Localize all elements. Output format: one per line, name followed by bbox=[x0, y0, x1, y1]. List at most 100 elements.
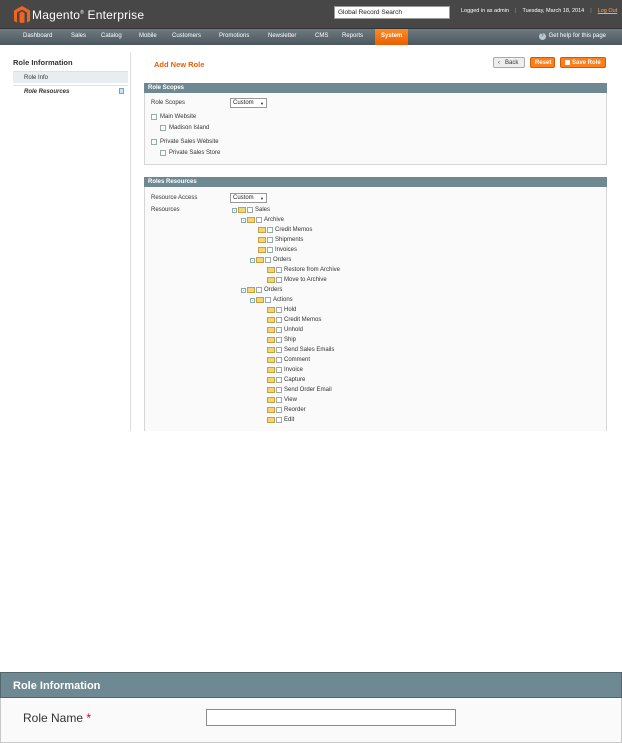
tree-node[interactable]: Edit bbox=[259, 417, 294, 427]
tree-checkbox[interactable] bbox=[276, 267, 282, 273]
nav-item-customers[interactable]: Customers bbox=[172, 33, 201, 39]
tree-toggle-icon[interactable]: - bbox=[241, 217, 246, 223]
nav-item-promotions[interactable]: Promotions bbox=[219, 33, 249, 39]
tree-node-label: Unhold bbox=[284, 327, 304, 333]
store-checkbox-madison-island[interactable] bbox=[160, 125, 166, 131]
tree-node-label: Send Order Email bbox=[284, 387, 332, 393]
admin-header: Magento® Enterprise Global Record Search… bbox=[0, 0, 622, 29]
folder-icon bbox=[247, 287, 255, 293]
tree-checkbox[interactable] bbox=[265, 257, 271, 263]
tree-toggle-icon[interactable]: - bbox=[232, 207, 237, 213]
tree-node-label: Shipments bbox=[275, 237, 304, 243]
tree-checkbox[interactable] bbox=[276, 377, 282, 383]
resource-access-select[interactable]: Custom bbox=[230, 193, 267, 203]
tree-node[interactable]: - Actions bbox=[250, 297, 293, 307]
tree-node[interactable]: - Archive bbox=[241, 217, 284, 227]
logged-in-text: Logged in as admin bbox=[461, 8, 510, 14]
folder-icon bbox=[267, 387, 275, 393]
role-information-panel: Role Name * bbox=[0, 698, 622, 743]
tree-node[interactable]: Comment bbox=[259, 357, 310, 367]
website-label-main: Main Website bbox=[160, 114, 197, 120]
tree-checkbox[interactable] bbox=[256, 287, 262, 293]
save-role-button[interactable]: Save Role bbox=[560, 57, 606, 68]
brand-logo-text: Magento® Enterprise bbox=[32, 8, 144, 22]
tree-checkbox[interactable] bbox=[276, 397, 282, 403]
nav-item-mobile[interactable]: Mobile bbox=[139, 33, 157, 39]
tree-toggle-icon[interactable]: - bbox=[250, 257, 255, 263]
tree-checkbox[interactable] bbox=[267, 227, 273, 233]
folder-icon bbox=[267, 397, 275, 403]
folder-icon bbox=[238, 207, 246, 213]
tree-node[interactable]: Hold bbox=[259, 307, 296, 317]
tree-node[interactable]: Ship bbox=[259, 337, 296, 347]
nav-item-system[interactable]: System bbox=[375, 29, 409, 45]
tree-node[interactable]: Move to Archive bbox=[259, 277, 327, 287]
tree-node[interactable]: Invoices bbox=[250, 247, 297, 257]
roles-resources-header: Roles Resources bbox=[144, 177, 607, 187]
tree-node[interactable]: Reorder bbox=[259, 407, 306, 417]
tree-node[interactable]: - Orders bbox=[241, 287, 282, 297]
website-checkbox-main[interactable] bbox=[151, 114, 157, 120]
role-information-header: Role Information bbox=[0, 672, 622, 698]
folder-icon bbox=[256, 297, 264, 303]
user-bar: Logged in as admin | Tuesday, March 18, 20… bbox=[458, 8, 620, 14]
tree-checkbox[interactable] bbox=[267, 237, 273, 243]
tree-node[interactable]: Send Sales Emails bbox=[259, 347, 334, 357]
store-label-private-sales-store: Private Sales Store bbox=[169, 150, 221, 156]
tree-node-label: Capture bbox=[284, 377, 306, 383]
tree-node[interactable]: Send Order Email bbox=[259, 387, 332, 397]
tree-node[interactable]: Unhold bbox=[259, 327, 303, 337]
website-checkbox-private-sales[interactable] bbox=[151, 139, 157, 145]
tree-checkbox[interactable] bbox=[276, 407, 282, 413]
nav-item-dashboard[interactable]: Dashboard bbox=[23, 33, 52, 39]
tree-node[interactable]: - Sales bbox=[232, 207, 270, 217]
tree-node[interactable]: Credit Memos bbox=[250, 227, 312, 237]
help-link[interactable]: ? Get help for this page bbox=[538, 33, 606, 40]
tree-checkbox[interactable] bbox=[276, 367, 282, 373]
back-button[interactable]: ‹ Back bbox=[493, 57, 525, 68]
nav-item-newsletter[interactable]: Newsletter bbox=[268, 33, 296, 39]
tree-checkbox[interactable] bbox=[267, 247, 273, 253]
help-icon: ? bbox=[538, 33, 546, 40]
tree-checkbox[interactable] bbox=[276, 387, 282, 393]
tree-toggle-icon[interactable]: - bbox=[250, 297, 255, 303]
store-checkbox-private-sales-store[interactable] bbox=[160, 150, 166, 156]
tree-checkbox[interactable] bbox=[256, 217, 262, 223]
nav-item-cms[interactable]: CMS bbox=[315, 33, 328, 39]
tree-checkbox[interactable] bbox=[276, 317, 282, 323]
current-date: Tuesday, March 18, 2014 bbox=[522, 8, 585, 14]
tree-node[interactable]: Credit Memos bbox=[259, 317, 321, 327]
reset-button[interactable]: Reset bbox=[530, 57, 555, 68]
folder-icon bbox=[267, 417, 275, 423]
tree-node[interactable]: Shipments bbox=[250, 237, 303, 247]
tree-checkbox[interactable] bbox=[276, 327, 282, 333]
sidebar-item-label: Role Resources bbox=[24, 89, 70, 95]
tree-checkbox[interactable] bbox=[265, 297, 271, 303]
tree-checkbox[interactable] bbox=[276, 347, 282, 353]
tree-node[interactable]: Capture bbox=[259, 377, 305, 387]
tree-toggle-icon[interactable]: - bbox=[241, 287, 246, 293]
tree-node[interactable]: Invoice bbox=[259, 367, 303, 377]
role-scopes-header: Role Scopes bbox=[144, 83, 607, 93]
tree-checkbox[interactable] bbox=[276, 337, 282, 343]
save-icon bbox=[565, 60, 570, 65]
tree-node[interactable]: View bbox=[259, 397, 297, 407]
tree-checkbox[interactable] bbox=[276, 277, 282, 283]
nav-item-catalog[interactable]: Catalog bbox=[101, 33, 122, 39]
logout-link[interactable]: Log Out bbox=[595, 8, 621, 14]
nav-item-sales[interactable]: Sales bbox=[71, 33, 86, 39]
tree-node[interactable]: - Orders bbox=[250, 257, 291, 267]
tree-checkbox[interactable] bbox=[276, 357, 282, 363]
tree-checkbox[interactable] bbox=[247, 207, 253, 213]
tab-state-icon bbox=[119, 88, 124, 94]
global-search-input[interactable]: Global Record Search bbox=[334, 6, 450, 19]
role-name-input[interactable] bbox=[206, 709, 456, 726]
tree-checkbox[interactable] bbox=[276, 307, 282, 313]
role-scopes-select[interactable]: Custom bbox=[230, 98, 267, 108]
folder-icon bbox=[258, 227, 266, 233]
sidebar-item-role-info[interactable]: Role Info bbox=[13, 71, 128, 83]
tree-checkbox[interactable] bbox=[276, 417, 282, 423]
sidebar-item-role-resources[interactable]: Role Resources bbox=[13, 85, 128, 97]
nav-item-reports[interactable]: Reports bbox=[342, 33, 363, 39]
tree-node[interactable]: Restore from Archive bbox=[259, 267, 340, 277]
